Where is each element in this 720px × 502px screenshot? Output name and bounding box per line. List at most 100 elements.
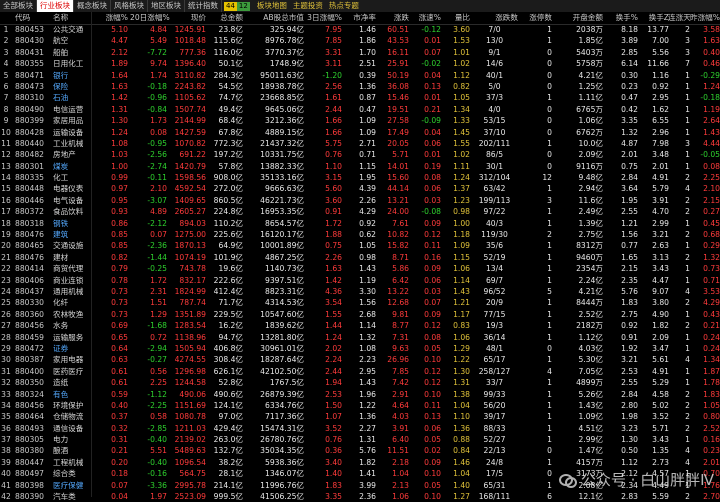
table-row[interactable]: 39 880447 工程机械 0.20 -0.40 1096.54 38.2亿 5938.36… xyxy=(0,457,720,468)
table-row[interactable]: 17 880372 食品饮料 0.93 4.89 2605.27 224.8亿 16953.3… xyxy=(0,206,720,217)
cell-turnz: 3.52 xyxy=(652,412,669,422)
table-row[interactable]: 32 880350 造纸 0.61 2.25 1244.58 52.8亿 1767.5亿 1.9… xyxy=(0,377,720,388)
header-stop[interactable]: 涨停数 xyxy=(519,12,552,24)
header-pb[interactable]: 市净率 xyxy=(343,12,376,24)
table-row[interactable]: 33 880324 有色 0.59 -1.12 490.06 490.6亿 26879.39亿… xyxy=(0,389,720,400)
table-row[interactable]: 9 880399 家居用品 1.30 1.73 2144.99 68.4亿 3212.36亿 1… xyxy=(0,115,720,126)
table-row[interactable]: 3 880431 船舶 2.12 -7.72 777.36 116.0亿 3770.37亿 3.… xyxy=(0,47,720,58)
header-chg20[interactable]: 20日涨幅% xyxy=(130,12,170,24)
table-row[interactable]: 29 880472 证券 0.64 -2.94 1505.94 406.8亿 30961.01… xyxy=(0,343,720,354)
table-row[interactable]: 27 880456 水务 0.69 -1.68 1283.54 16.2亿 1839.62亿 1… xyxy=(0,320,720,331)
cell-chg3: 3.60 xyxy=(325,195,342,205)
table-row[interactable]: 4 880355 日用化工 1.89 9.74 1396.40 50.1亿 1748.9亿 3.… xyxy=(0,58,720,69)
cell-ychg: 0.23 xyxy=(703,446,720,456)
table-row[interactable]: 28 880459 运输服务 0.65 0.72 1138.96 94.7亿 13281.80… xyxy=(0,332,720,343)
cell-chg20: 2.25 xyxy=(150,378,167,388)
header-amv[interactable]: AB股总市值 xyxy=(244,12,304,24)
header-price[interactable]: 现价 xyxy=(168,12,206,24)
table-row[interactable]: 30 880387 家用电器 0.63 -0.27 4274.55 308.4亿 18287.… xyxy=(0,354,720,365)
cell-ud: 35/6 xyxy=(485,241,504,251)
table-row[interactable]: 13 880301 煤炭 1.00 -2.74 1420.79 57.8亿 13882.33亿… xyxy=(0,161,720,172)
header-tot[interactable]: 总金额 xyxy=(207,12,243,24)
cell-days: 1 xyxy=(685,93,690,103)
cell-code: 880399 xyxy=(15,116,44,126)
table-row[interactable]: 35 880464 仓储物流 0.37 0.58 1080.78 97.0亿 7117.36亿… xyxy=(0,411,720,422)
cell-ychg: 1.19 xyxy=(703,104,720,114)
header-vr[interactable]: 量比 xyxy=(442,12,470,24)
tab-2[interactable]: 概念板块 xyxy=(74,0,111,12)
header-rise[interactable]: 涨跌 xyxy=(377,12,409,24)
table-row[interactable]: 37 880305 电力 0.31 -0.40 2139.02 263.0亿 26780.76… xyxy=(0,434,720,445)
table-row[interactable]: 11 880440 工业机械 1.08 -0.95 1070.82 772.3亿 21437.… xyxy=(0,138,720,149)
table-row[interactable]: 25 880330 化纤 0.73 1.51 787.74 71.7亿 4314.53亿 3.5… xyxy=(0,297,720,308)
cell-idx: 23 xyxy=(1,275,11,285)
table-row[interactable]: 14 880335 化工 0.99 -0.11 1598.56 908.0亿 35133.16… xyxy=(0,172,720,183)
table-row[interactable]: 1 880453 公共交通 5.10 4.84 1245.91 23.8亿 325.94亿 7.… xyxy=(0,24,720,35)
table-row[interactable]: 7 880310 石油 1.42 -0.96 1105.62 74.7亿 23668.85亿 1… xyxy=(0,92,720,103)
cell-name: 医疗保健 xyxy=(53,480,84,490)
table-row[interactable]: 31 880400 医药医疗 0.61 0.56 1296.98 626.1亿 42102.5… xyxy=(0,366,720,377)
tab-3[interactable]: 风格板块 xyxy=(111,0,148,12)
cell-rise: 4.03 xyxy=(392,412,409,422)
header-ychg[interactable]: 昨涨幅% xyxy=(690,12,720,24)
table-row[interactable]: 12 880482 房地产 1.03 -2.56 691.22 197.2亿 10331.75… xyxy=(0,149,720,160)
header-turn[interactable]: 换手% xyxy=(604,12,638,24)
header-chg3[interactable]: 3日涨幅% xyxy=(305,12,342,24)
header-ud[interactable]: 涨跌数 xyxy=(471,12,518,24)
top-link-0[interactable]: 板块地图 xyxy=(254,0,290,12)
table-row[interactable]: 19 880476 建筑 0.85 0.07 1275.00 225.6亿 16120.17亿… xyxy=(0,229,720,240)
table-row[interactable]: 22 880414 商贸代理 0.79 -0.25 743.78 19.6亿 1140.73亿… xyxy=(0,263,720,274)
cell-code: 880380 xyxy=(15,446,44,456)
cell-turn: 1.83 xyxy=(621,298,638,308)
header-idx[interactable] xyxy=(0,12,12,24)
cell-price: 4592.54 xyxy=(174,184,206,194)
tab-1[interactable]: 行业板块 xyxy=(37,0,74,12)
cell-stop: 1 xyxy=(547,264,552,274)
cell-pb: 0.87 xyxy=(359,93,376,103)
header-turnz[interactable]: 换手Z xyxy=(639,12,669,24)
cell-speed: 0.13 xyxy=(424,412,441,422)
table-row[interactable]: 5 880471 银行 1.64 1.74 3110.82 284.3亿 95011.63亿 -… xyxy=(0,70,720,81)
header-open[interactable]: 开盘金额 xyxy=(553,12,603,24)
table-row[interactable]: 24 880437 通用机械 0.73 2.31 1824.99 412.4亿 8823.31… xyxy=(0,286,720,297)
cell-turnz: 3.21 xyxy=(652,230,669,240)
table-row[interactable]: 18 880318 钢铁 0.86 -2.12 894.03 110.2亿 8654.57亿 1… xyxy=(0,218,720,229)
cell-chg20: 9.74 xyxy=(150,59,167,69)
table-row[interactable]: 21 880476 建材 0.82 -1.44 1074.19 101.9亿 4867.25亿… xyxy=(0,252,720,263)
cell-chg20: 1.29 xyxy=(150,309,167,319)
cell-turnz: 3.47 xyxy=(652,343,669,353)
top-link-1[interactable]: 主题投资 xyxy=(290,0,326,12)
cell-turnz: 5.56 xyxy=(652,47,669,57)
cell-amv: 4867.25亿 xyxy=(265,252,304,262)
cell-chg20: 1.72 xyxy=(150,275,167,285)
table-row[interactable]: 20 880465 交通设施 0.85 -2.36 1870.13 64.9亿 10001.8… xyxy=(0,240,720,251)
tab-5[interactable]: 统计指数 xyxy=(185,0,222,12)
header-code[interactable]: 代码 xyxy=(15,12,55,24)
tab-0[interactable]: 全部板块 xyxy=(0,0,37,12)
table-row[interactable]: 10 880428 运输设备 1.24 0.08 1427.59 67.8亿 4889.15亿… xyxy=(0,127,720,138)
cell-ud: 258/127 xyxy=(478,366,511,376)
top-link-2[interactable]: 热点专题 xyxy=(326,0,362,12)
table-row[interactable]: 16 880446 电气设备 0.95 -3.07 1409.65 860.5亿 46221.… xyxy=(0,195,720,206)
table-row[interactable]: 15 880448 电器仪表 0.97 2.10 4592.54 272.0亿 9666.63… xyxy=(0,183,720,194)
cell-chg20: -0.16 xyxy=(147,469,167,479)
header-days[interactable]: 连涨天 xyxy=(668,12,691,24)
table-row[interactable]: 36 880493 通信设备 0.32 -2.85 1211.03 429.4亿 15474.… xyxy=(0,423,720,434)
tab-4[interactable]: 地区板块 xyxy=(148,0,185,12)
cell-turn: 1.56 xyxy=(621,230,638,240)
cell-ud: 37/3 xyxy=(485,93,504,103)
cell-idx: 25 xyxy=(1,298,11,308)
table-row[interactable]: 6 880473 保险 1.63 -0.18 2243.82 54.5亿 18938.78亿 2… xyxy=(0,81,720,92)
table-row[interactable]: 34 880456 环境保护 0.40 -2.25 1151.69 124.1亿 6334.7… xyxy=(0,400,720,411)
cell-pb: 2.68 xyxy=(359,309,376,319)
table-row[interactable]: 8 880490 电信运营 1.31 -0.84 1507.74 49.4亿 9645.06亿… xyxy=(0,104,720,115)
table-row[interactable]: 2 880430 航空 4.47 5.49 1018.48 115.6亿 8976.78亿 7.… xyxy=(0,35,720,46)
cell-ychg: 0.68 xyxy=(703,230,720,240)
table-row[interactable]: 23 880406 商业连锁 0.78 1.72 832.17 222.6亿 9397.51亿… xyxy=(0,275,720,286)
header-speed[interactable]: 涨速% xyxy=(410,12,441,24)
table-row[interactable]: 38 880380 酿酒 0.21 5.51 5489.63 132.7亿 35034.35亿… xyxy=(0,445,720,456)
table-row[interactable]: 26 880360 农林牧渔 0.73 1.29 1351.89 229.5亿 10547.6… xyxy=(0,309,720,320)
header-chg[interactable]: 涨幅% xyxy=(92,12,128,24)
cell-name: 医药医疗 xyxy=(53,366,84,376)
cell-code: 880447 xyxy=(15,457,44,467)
